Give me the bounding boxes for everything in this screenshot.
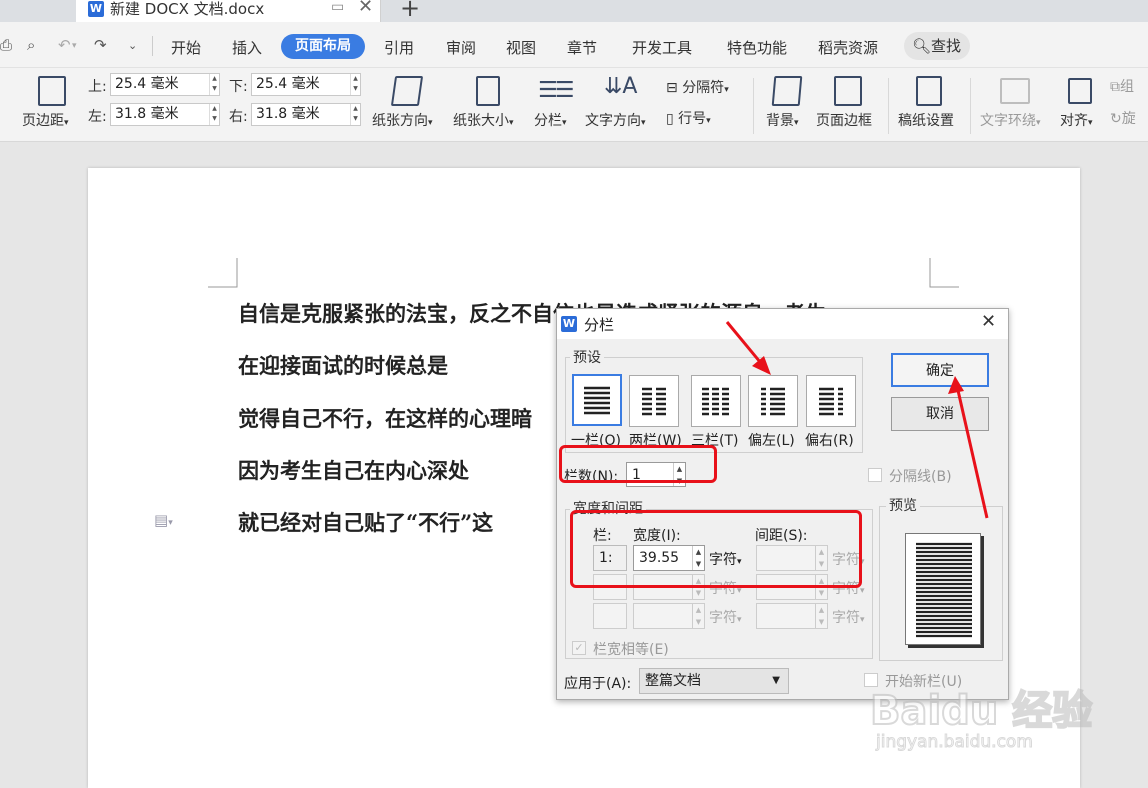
watermark-brand: Baidu 经验 [869, 687, 1093, 735]
annotation-arrowhead [948, 376, 964, 394]
watermark-url: jingyan.baidu.com [876, 732, 1034, 753]
annotation-arrowhead [752, 356, 771, 375]
annotation-arrow-ok [955, 385, 989, 519]
baidu-watermark: Baidu 经验 jingyan.baidu.com [869, 660, 1100, 780]
